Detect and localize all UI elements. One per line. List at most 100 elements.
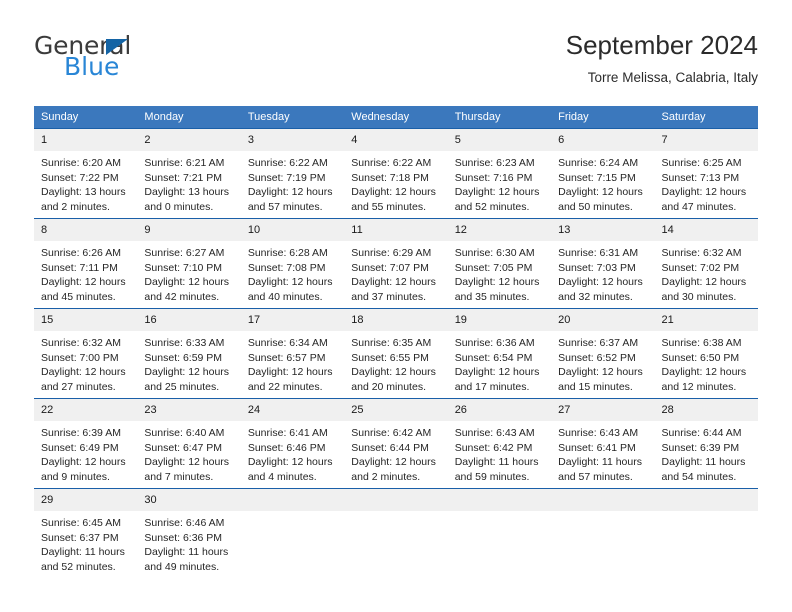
daylight-text-line2: and 7 minutes. bbox=[144, 470, 214, 483]
daylight-text-line2: and 32 minutes. bbox=[558, 290, 633, 303]
calendar-day-cell[interactable]: 16 Sunrise: 6:33 AM Sunset: 6:59 PM Dayligh… bbox=[137, 308, 241, 399]
sunrise-text: Sunrise: 6:39 AM bbox=[41, 427, 121, 439]
calendar-day-cell[interactable]: 30 Sunrise: 6:46 AM Sunset: 6:36 PM Dayligh… bbox=[137, 488, 241, 581]
sunset-text: Sunset: 6:46 PM bbox=[247, 441, 326, 454]
daylight-text-line2: and 22 minutes. bbox=[247, 380, 323, 393]
day-details: Sunrise: 6:22 AM Sunset: 7:19 PM Daylight:… bbox=[241, 151, 344, 214]
daylight-text-line2: and 49 minutes. bbox=[144, 560, 220, 573]
daylight-text-line1: Daylight: 12 hours bbox=[144, 366, 230, 379]
calendar-day-cell[interactable]: 29 Sunrise: 6:45 AM Sunset: 6:37 PM Dayligh… bbox=[34, 488, 138, 581]
daylight-text-line2: and 30 minutes. bbox=[661, 290, 737, 303]
daylight-text-line2: and 42 minutes. bbox=[144, 290, 220, 303]
sunrise-text: Sunrise: 6:32 AM bbox=[661, 247, 742, 259]
daylight-text-line1: Daylight: 13 hours bbox=[41, 186, 126, 199]
calendar-day-cell[interactable]: 17 Sunrise: 6:34 AM Sunset: 6:57 PM Dayligh… bbox=[240, 308, 345, 399]
calendar-day-cell[interactable]: 15 Sunrise: 6:32 AM Sunset: 7:00 PM Dayligh… bbox=[34, 308, 138, 399]
sunrise-text: Sunrise: 6:21 AM bbox=[144, 157, 225, 169]
calendar-day-cell[interactable]: 9 Sunrise: 6:27 AM Sunset: 7:10 PM Daylight… bbox=[137, 218, 241, 309]
day-number: 21 bbox=[654, 309, 758, 331]
daylight-text-line1: Daylight: 12 hours bbox=[454, 276, 540, 289]
sunset-text: Sunset: 6:42 PM bbox=[454, 441, 533, 454]
calendar-day-cell[interactable]: 10 Sunrise: 6:28 AM Sunset: 7:08 PM Dayligh… bbox=[240, 218, 345, 309]
daylight-text-line1: Daylight: 12 hours bbox=[41, 456, 126, 469]
day-details: Sunrise: 6:35 AM Sunset: 6:55 PM Daylight:… bbox=[344, 331, 447, 394]
daylight-text-line1: Daylight: 12 hours bbox=[351, 276, 436, 289]
calendar-day-cell[interactable]: 28 Sunrise: 6:44 AM Sunset: 6:39 PM Dayligh… bbox=[654, 398, 758, 489]
day-details: Sunrise: 6:21 AM Sunset: 7:21 PM Daylight:… bbox=[137, 151, 240, 214]
calendar-week-row: 29 Sunrise: 6:45 AM Sunset: 6:37 PM Dayligh… bbox=[34, 488, 758, 581]
sunrise-text: Sunrise: 6:29 AM bbox=[351, 247, 432, 259]
day-details: Sunrise: 6:29 AM Sunset: 7:07 PM Daylight:… bbox=[344, 241, 447, 304]
daylight-text-line2: and 25 minutes. bbox=[144, 380, 220, 393]
daylight-text-line1: Daylight: 12 hours bbox=[558, 276, 643, 289]
calendar-day-cell[interactable]: 25 Sunrise: 6:42 AM Sunset: 6:44 PM Dayligh… bbox=[344, 398, 448, 489]
weekday-header-thursday: Thursday bbox=[447, 106, 552, 129]
general-blue-logo[interactable]: General Blue bbox=[34, 32, 264, 88]
calendar-day-cell[interactable]: 19 Sunrise: 6:36 AM Sunset: 6:54 PM Dayligh… bbox=[447, 308, 552, 399]
sunset-text: Sunset: 6:52 PM bbox=[558, 351, 636, 364]
day-number: 28 bbox=[654, 399, 758, 421]
sunrise-text: Sunrise: 6:26 AM bbox=[41, 247, 121, 259]
daylight-text-line1: Daylight: 12 hours bbox=[41, 276, 126, 289]
sunrise-text: Sunrise: 6:46 AM bbox=[144, 517, 225, 529]
day-number: 30 bbox=[137, 489, 241, 511]
weekday-header-wednesday: Wednesday bbox=[344, 106, 448, 129]
daylight-text-line1: Daylight: 11 hours bbox=[144, 546, 229, 559]
calendar-day-cell[interactable]: 13 Sunrise: 6:31 AM Sunset: 7:03 PM Dayligh… bbox=[551, 218, 655, 309]
calendar-day-cell[interactable]: 1 Sunrise: 6:20 AM Sunset: 7:22 PM Daylight… bbox=[34, 128, 138, 219]
day-number: 24 bbox=[240, 399, 345, 421]
calendar-day-cell[interactable]: 22 Sunrise: 6:39 AM Sunset: 6:49 PM Dayligh… bbox=[34, 398, 138, 489]
calendar-day-cell[interactable]: 11 Sunrise: 6:29 AM Sunset: 7:07 PM Dayligh… bbox=[344, 218, 448, 309]
calendar-day-cell[interactable]: 7 Sunrise: 6:25 AM Sunset: 7:13 PM Daylight… bbox=[654, 128, 758, 219]
calendar-day-cell[interactable]: 8 Sunrise: 6:26 AM Sunset: 7:11 PM Daylight… bbox=[34, 218, 138, 309]
calendar-day-cell[interactable]: 18 Sunrise: 6:35 AM Sunset: 6:55 PM Dayligh… bbox=[344, 308, 448, 399]
calendar-day-cell[interactable]: 4 Sunrise: 6:22 AM Sunset: 7:18 PM Daylight… bbox=[344, 128, 448, 219]
calendar-day-cell[interactable]: 23 Sunrise: 6:40 AM Sunset: 6:47 PM Dayligh… bbox=[137, 398, 241, 489]
calendar-day-cell[interactable]: 20 Sunrise: 6:37 AM Sunset: 6:52 PM Dayligh… bbox=[551, 308, 655, 399]
calendar-day-cell[interactable]: 12 Sunrise: 6:30 AM Sunset: 7:05 PM Dayligh… bbox=[447, 218, 552, 309]
calendar-week-row: 8 Sunrise: 6:26 AM Sunset: 7:11 PM Daylight… bbox=[34, 218, 758, 309]
daylight-text-line2: and 52 minutes. bbox=[41, 560, 116, 573]
day-number: 7 bbox=[654, 129, 758, 151]
calendar-day-cell[interactable]: 21 Sunrise: 6:38 AM Sunset: 6:50 PM Dayligh… bbox=[654, 308, 758, 399]
daylight-text-line1: Daylight: 12 hours bbox=[247, 456, 333, 469]
calendar-day-cell[interactable]: 14 Sunrise: 6:32 AM Sunset: 7:02 PM Dayligh… bbox=[654, 218, 758, 309]
daylight-text-line1: Daylight: 11 hours bbox=[41, 546, 125, 559]
day-details: Sunrise: 6:36 AM Sunset: 6:54 PM Daylight:… bbox=[448, 331, 551, 394]
calendar-day-cell[interactable]: 27 Sunrise: 6:43 AM Sunset: 6:41 PM Dayligh… bbox=[551, 398, 655, 489]
day-details: Sunrise: 6:43 AM Sunset: 6:42 PM Daylight:… bbox=[448, 421, 551, 484]
page-header: General Blue September 2024 Torre Meliss… bbox=[34, 28, 758, 96]
sunset-text: Sunset: 6:59 PM bbox=[144, 351, 223, 364]
calendar-week-row: 22 Sunrise: 6:39 AM Sunset: 6:49 PM Dayligh… bbox=[34, 398, 758, 489]
calendar-day-cell[interactable]: 5 Sunrise: 6:23 AM Sunset: 7:16 PM Daylight… bbox=[447, 128, 552, 219]
sunrise-text: Sunrise: 6:31 AM bbox=[558, 247, 639, 259]
day-number: 1 bbox=[34, 129, 138, 151]
daylight-text-line1: Daylight: 12 hours bbox=[41, 366, 126, 379]
daylight-text-line1: Daylight: 12 hours bbox=[247, 276, 333, 289]
logo-text-blue: Blue bbox=[64, 52, 120, 81]
calendar-day-cell[interactable]: 2 Sunrise: 6:21 AM Sunset: 7:21 PM Daylight… bbox=[137, 128, 241, 219]
day-details: Sunrise: 6:22 AM Sunset: 7:18 PM Daylight:… bbox=[344, 151, 447, 214]
day-details: Sunrise: 6:28 AM Sunset: 7:08 PM Daylight:… bbox=[241, 241, 344, 304]
daylight-text-line2: and 9 minutes. bbox=[41, 470, 110, 483]
calendar-day-cell[interactable]: 3 Sunrise: 6:22 AM Sunset: 7:19 PM Daylight… bbox=[240, 128, 345, 219]
calendar-day-cell[interactable]: 6 Sunrise: 6:24 AM Sunset: 7:15 PM Daylight… bbox=[551, 128, 655, 219]
calendar-day-cell[interactable]: 26 Sunrise: 6:43 AM Sunset: 6:42 PM Dayligh… bbox=[447, 398, 552, 489]
daylight-text-line1: Daylight: 13 hours bbox=[144, 186, 230, 199]
daylight-text-line2: and 52 minutes. bbox=[454, 200, 530, 213]
day-details: Sunrise: 6:27 AM Sunset: 7:10 PM Daylight:… bbox=[137, 241, 240, 304]
sunset-text: Sunset: 7:13 PM bbox=[661, 171, 740, 184]
calendar-day-cell[interactable]: 24 Sunrise: 6:41 AM Sunset: 6:46 PM Dayligh… bbox=[240, 398, 345, 489]
sunrise-text: Sunrise: 6:37 AM bbox=[558, 337, 639, 349]
day-details: Sunrise: 6:20 AM Sunset: 7:22 PM Daylight:… bbox=[34, 151, 137, 214]
sunrise-text: Sunrise: 6:32 AM bbox=[41, 337, 121, 349]
day-number: 18 bbox=[344, 309, 448, 331]
sunrise-text: Sunrise: 6:22 AM bbox=[247, 157, 328, 169]
daylight-text-line2: and 57 minutes. bbox=[558, 470, 633, 483]
sunrise-text: Sunrise: 6:30 AM bbox=[454, 247, 535, 259]
day-details: Sunrise: 6:33 AM Sunset: 6:59 PM Daylight:… bbox=[137, 331, 240, 394]
daylight-text-line1: Daylight: 12 hours bbox=[661, 366, 747, 379]
calendar-day-cell-empty bbox=[447, 488, 552, 581]
day-number bbox=[447, 489, 552, 511]
day-number: 15 bbox=[34, 309, 138, 331]
